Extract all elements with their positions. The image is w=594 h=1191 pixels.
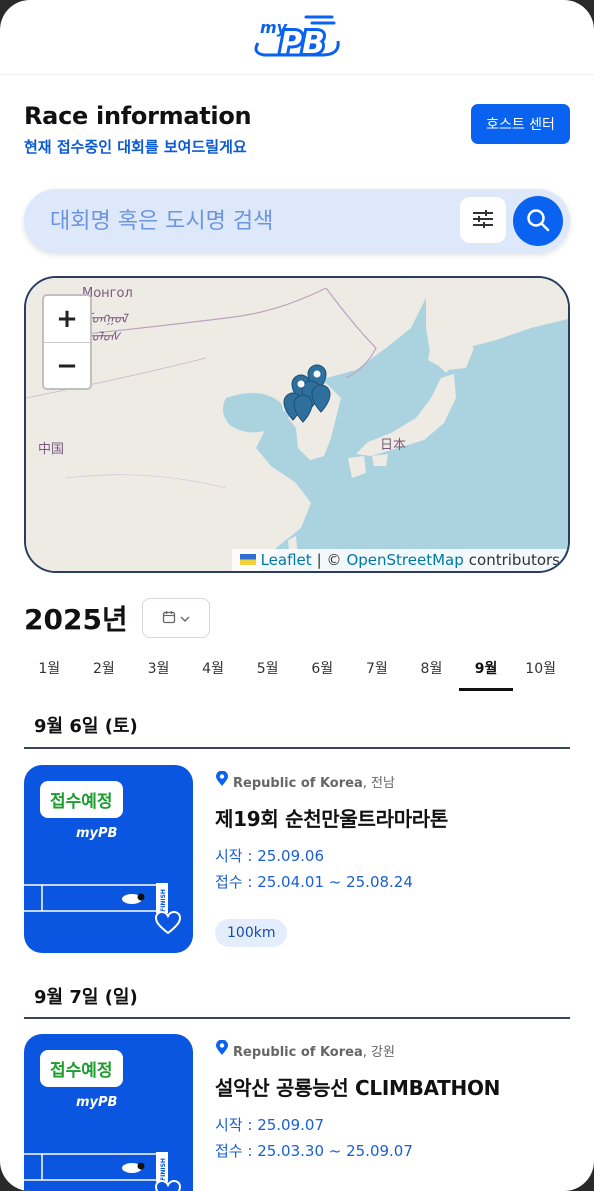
divider bbox=[24, 1017, 570, 1019]
search-icon bbox=[526, 208, 550, 235]
tab-month-5[interactable]: 5월 bbox=[240, 655, 295, 691]
year-label: 2025년 bbox=[24, 603, 128, 636]
year-row: 2025년 bbox=[24, 598, 210, 638]
heart-icon[interactable] bbox=[154, 910, 182, 939]
zoom-control: + − bbox=[42, 294, 92, 390]
app-screen: my PB Race information 현재 접수중인 대회를 보여드릴게… bbox=[0, 0, 594, 1191]
race-thumbnail[interactable]: 접수예정 myPB FINISH bbox=[24, 1034, 193, 1191]
tab-month-8[interactable]: 8월 bbox=[404, 655, 459, 691]
distance-tag: 100km bbox=[215, 919, 288, 947]
race-name[interactable]: 설악산 공룡능선 CLIMBATHON bbox=[215, 1072, 500, 1101]
leaflet-link[interactable]: Leaflet bbox=[261, 551, 312, 569]
osm-link[interactable]: OpenStreetMap bbox=[346, 551, 463, 569]
race-location: Republic of Korea, 전남 bbox=[215, 770, 395, 791]
tab-month-7[interactable]: 7월 bbox=[350, 655, 405, 691]
race-location: Republic of Korea, 강원 bbox=[215, 1039, 395, 1060]
filter-button[interactable] bbox=[460, 197, 506, 243]
mypb-logo[interactable]: my PB bbox=[252, 7, 342, 67]
map-label-japan: 日本 bbox=[380, 438, 407, 453]
race-card[interactable]: 접수예정 myPB FINISH Republic of Korea, 강원 설… bbox=[24, 1034, 570, 1191]
zoom-out-button[interactable]: − bbox=[44, 342, 90, 388]
race-registration-period: 접수 : 25.03.30 ~ 25.09.07 bbox=[215, 1142, 413, 1160]
race-start-date: 시작 : 25.09.06 bbox=[215, 847, 324, 865]
tab-month-6[interactable]: 6월 bbox=[295, 655, 350, 691]
race-country: Republic of Korea bbox=[233, 775, 363, 791]
ukraine-flag-icon bbox=[239, 551, 256, 569]
search-button[interactable] bbox=[513, 196, 563, 246]
tab-month-1[interactable]: 1월 bbox=[22, 655, 77, 691]
thumb-finish-text: FINISH bbox=[160, 889, 167, 912]
title-section: Race information 현재 접수중인 대회를 보여드릴게요 호스트 … bbox=[24, 102, 570, 157]
tab-month-4[interactable]: 4월 bbox=[186, 655, 241, 691]
thumb-logo-text: myPB bbox=[76, 826, 118, 841]
zoom-in-button[interactable]: + bbox=[44, 296, 90, 342]
calendar-icon bbox=[162, 610, 176, 627]
chevron-down-icon bbox=[180, 611, 190, 626]
date-heading: 9월 7일 (일) bbox=[34, 987, 138, 1008]
thumb-finish-text: FINISH bbox=[160, 1158, 167, 1181]
tab-month-3[interactable]: 3월 bbox=[131, 655, 186, 691]
heart-icon[interactable] bbox=[154, 1179, 182, 1191]
thumb-logo-text: myPB bbox=[76, 1095, 118, 1110]
sliders-icon bbox=[472, 209, 494, 232]
app-header: my PB bbox=[0, 0, 594, 75]
tab-month-9[interactable]: 9월 bbox=[458, 655, 514, 691]
map-attribution: Leaflet | © OpenStreetMap contributors bbox=[231, 549, 568, 571]
map-label-china: 中国 bbox=[38, 442, 65, 457]
race-map[interactable]: Монгол ᠮᠣᠩᠭᠣᠯ ᠤᠯᠤᠰ 中国 日本 + − Leaflet | ©… bbox=[24, 276, 570, 573]
attribution-separator: | © bbox=[316, 551, 342, 569]
host-center-button[interactable]: 호스트 센터 bbox=[471, 104, 570, 144]
location-pin-icon bbox=[215, 1039, 229, 1060]
date-heading: 9월 6일 (토) bbox=[34, 716, 138, 737]
race-start-date: 시작 : 25.09.07 bbox=[215, 1116, 324, 1134]
calendar-picker-button[interactable] bbox=[141, 598, 210, 638]
month-tabs: 1월 2월 3월 4월 5월 6월 7월 8월 9월 10월 bbox=[22, 655, 572, 691]
race-thumbnail-art: myPB FINISH bbox=[24, 1095, 168, 1182]
search-bar bbox=[24, 189, 570, 253]
tab-month-10[interactable]: 10월 bbox=[513, 655, 568, 691]
race-name[interactable]: 제19회 순천만울트라마라톤 bbox=[215, 803, 448, 832]
race-registration-period: 접수 : 25.04.01 ~ 25.08.24 bbox=[215, 873, 413, 891]
svg-text:PB: PB bbox=[280, 26, 325, 61]
race-region: , 전남 bbox=[362, 775, 395, 791]
race-thumbnail[interactable]: 접수예정 myPB FINISH bbox=[24, 765, 193, 953]
location-pin-icon bbox=[215, 770, 229, 791]
attribution-contributors: contributors bbox=[468, 551, 560, 569]
tab-month-2[interactable]: 2월 bbox=[77, 655, 132, 691]
race-card[interactable]: 접수예정 myPB FINISH Republic of Korea, 전남 제… bbox=[24, 765, 570, 955]
divider bbox=[24, 747, 570, 749]
race-region: , 강원 bbox=[362, 1044, 395, 1060]
search-input[interactable] bbox=[50, 189, 470, 253]
race-country: Republic of Korea bbox=[233, 1044, 363, 1060]
